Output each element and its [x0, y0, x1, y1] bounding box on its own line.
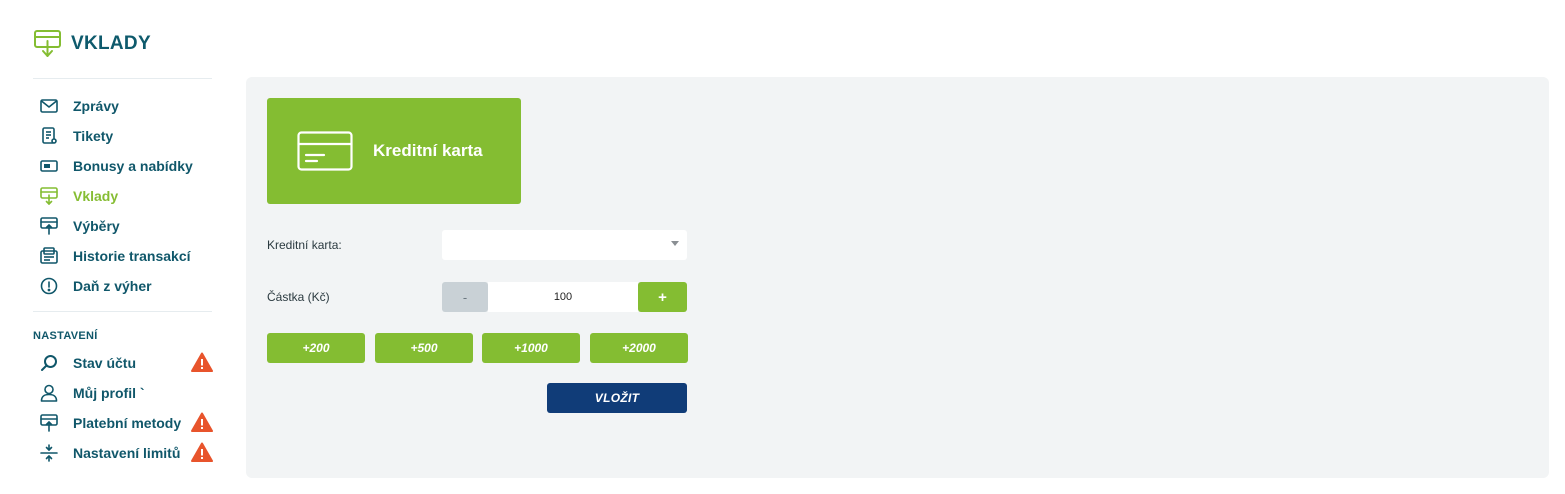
- sidebar-item-bonusy[interactable]: Bonusy a nabídky: [33, 151, 213, 181]
- sidebar-item-label: Stav účtu: [73, 355, 137, 371]
- warning-icon: [191, 352, 213, 373]
- credit-card-icon: [297, 131, 353, 171]
- sidebar-item-label: Historie transakcí: [73, 248, 191, 264]
- warning-icon: [191, 442, 213, 463]
- quick-amount-1000-button[interactable]: +1000: [482, 333, 580, 363]
- limits-icon: [39, 443, 59, 463]
- deposit-panel: Kreditní karta Kreditní karta: Částka (K…: [246, 77, 1549, 478]
- sidebar-item-zpravy[interactable]: Zprávy: [33, 91, 213, 121]
- sidebar-item-label: Vklady: [73, 188, 119, 204]
- amount-stepper: - +: [442, 282, 687, 312]
- sidebar-item-label: Zprávy: [73, 98, 119, 114]
- deposit-icon: [39, 186, 59, 206]
- sidebar-item-dan[interactable]: Daň z výher: [33, 271, 213, 301]
- sidebar-item-vybery[interactable]: Výběry: [33, 211, 213, 241]
- warning-icon: [191, 412, 213, 433]
- sidebar-nav: Zprávy Tikety Bonusy a nabídky Vklady Vý: [33, 79, 213, 468]
- history-icon: [39, 246, 59, 266]
- page-header: VKLADY: [33, 28, 151, 60]
- sidebar-item-label: Bonusy a nabídky: [73, 158, 193, 174]
- ticket-icon: [39, 126, 59, 146]
- user-icon: [39, 383, 59, 403]
- credit-card-select[interactable]: [442, 230, 687, 260]
- sidebar: Zprávy Tikety Bonusy a nabídky Vklady Vý: [33, 78, 213, 468]
- sidebar-item-vklady[interactable]: Vklady: [33, 181, 213, 211]
- sidebar-item-label: Můj profil `: [73, 385, 145, 401]
- card-select-label: Kreditní karta:: [267, 238, 342, 252]
- sidebar-item-muj-profil[interactable]: Můj profil `: [33, 378, 213, 408]
- withdrawal-icon: [39, 216, 59, 236]
- sidebar-item-label: Výběry: [73, 218, 120, 234]
- sidebar-item-platebni-metody[interactable]: Platební metody: [33, 408, 213, 438]
- payment-method-credit-card[interactable]: Kreditní karta: [267, 98, 521, 204]
- quick-amount-500-button[interactable]: +500: [375, 333, 473, 363]
- sidebar-item-label: Daň z výher: [73, 278, 152, 294]
- quick-amount-buttons: +200 +500 +1000 +2000: [267, 333, 688, 363]
- sidebar-item-tikety[interactable]: Tikety: [33, 121, 213, 151]
- amount-input[interactable]: [488, 282, 638, 312]
- amount-label: Částka (Kč): [267, 290, 330, 304]
- sidebar-item-stav-uctu[interactable]: Stav účtu: [33, 348, 213, 378]
- sidebar-item-label: Tikety: [73, 128, 114, 144]
- sidebar-item-label: Nastavení limitů: [73, 445, 181, 461]
- decrease-amount-button[interactable]: -: [442, 282, 488, 312]
- bonus-icon: [39, 156, 59, 176]
- sidebar-item-label: Platební metody: [73, 415, 182, 431]
- payment-methods-icon: [39, 413, 59, 433]
- sidebar-item-historie[interactable]: Historie transakcí: [33, 241, 213, 271]
- search-icon: [39, 353, 59, 373]
- settings-section-title: NASTAVENÍ: [33, 330, 98, 342]
- info-circle-icon: [39, 276, 59, 296]
- envelope-icon: [39, 96, 59, 116]
- quick-amount-200-button[interactable]: +200: [267, 333, 365, 363]
- deposit-submit-button[interactable]: VLOŽIT: [547, 383, 687, 413]
- increase-amount-button[interactable]: +: [638, 282, 687, 312]
- quick-amount-2000-button[interactable]: +2000: [590, 333, 688, 363]
- chevron-down-icon: [671, 241, 679, 246]
- sidebar-item-nastaveni-limitu[interactable]: Nastavení limitů: [33, 438, 213, 468]
- deposit-icon: [33, 28, 63, 60]
- page-title: VKLADY: [71, 33, 151, 54]
- sidebar-divider: [33, 311, 212, 312]
- payment-method-label: Kreditní karta: [373, 141, 483, 160]
